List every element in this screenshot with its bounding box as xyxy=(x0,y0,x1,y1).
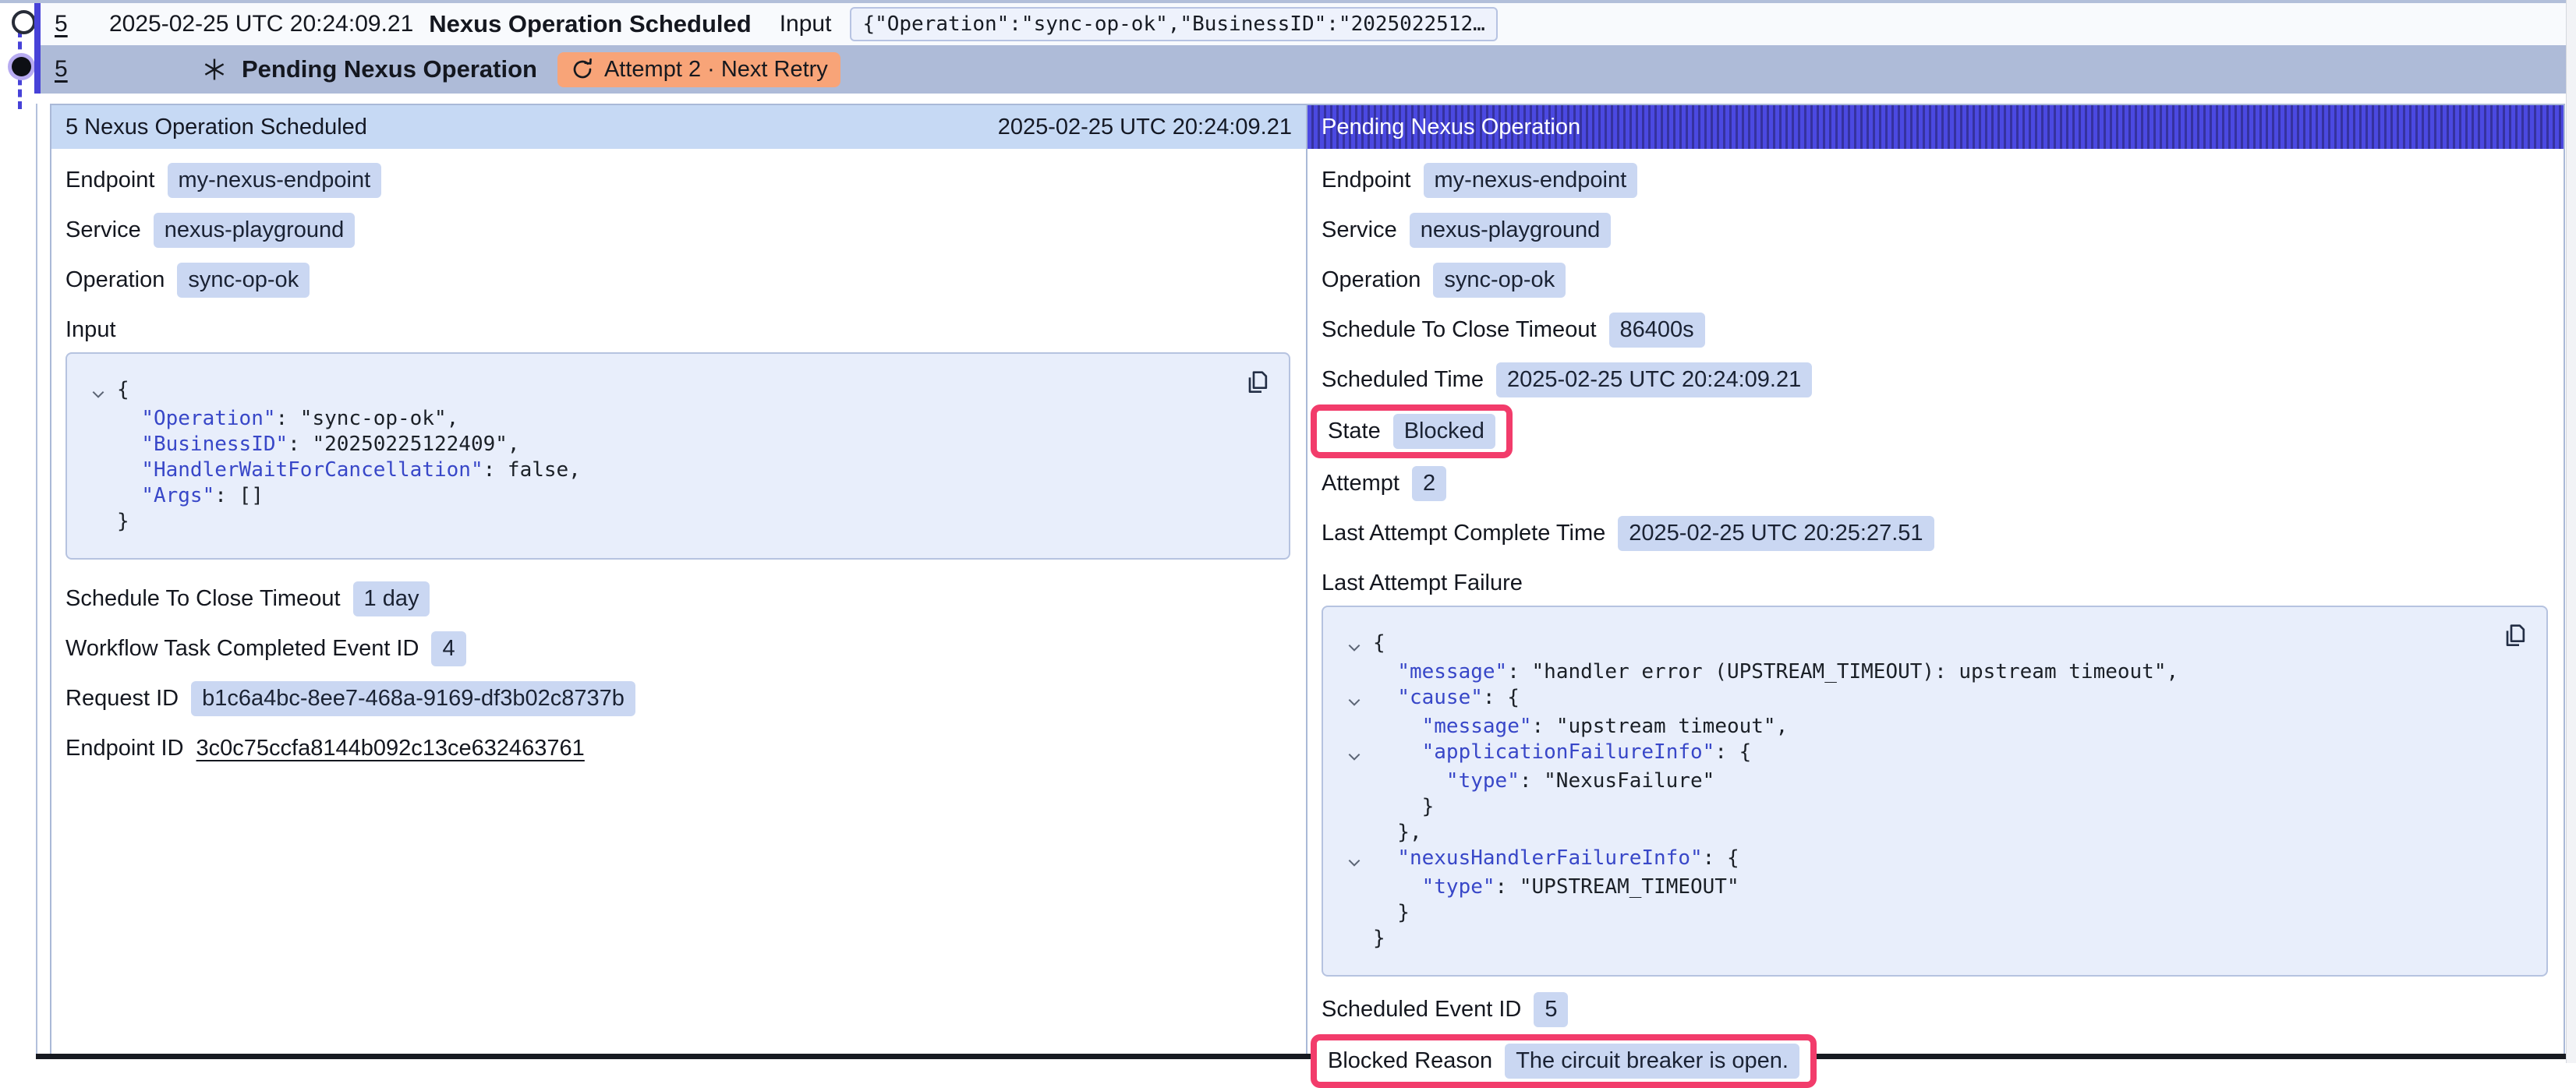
pending-panel-header: Pending Nexus Operation xyxy=(1307,105,2564,149)
scrollbar[interactable] xyxy=(2566,0,2576,1063)
retry-icon xyxy=(570,57,595,82)
failure-json-viewer: { "message": "handler error (UPSTREAM_TI… xyxy=(1322,606,2548,977)
field-label: Blocked Reason xyxy=(1328,1048,1492,1074)
scheduled-panel-timestamp: 2025-02-25 UTC 20:24:09.21 xyxy=(998,115,1292,140)
complete-time-badge: 2025-02-25 UTC 20:25:27.51 xyxy=(1618,516,1934,551)
field-label: Last Attempt Complete Time xyxy=(1322,521,1605,546)
asterisk-icon xyxy=(201,56,228,83)
field-state: State Blocked xyxy=(1322,404,2548,458)
section-bottom-divider xyxy=(36,1054,2567,1059)
state-badge: Blocked xyxy=(1393,414,1495,449)
field-request-id: Request ID b1c6a4bc-8ee7-468a-9169-df3b0… xyxy=(65,673,1290,723)
pending-event-title: Pending Nexus Operation xyxy=(242,55,537,83)
panel-nexus-operation-scheduled: 5 Nexus Operation Scheduled 2025-02-25 U… xyxy=(50,104,1307,1054)
input-section-label: Input xyxy=(65,317,1290,343)
field-label: Attempt xyxy=(1322,471,1399,496)
field-label: Service xyxy=(1322,217,1397,243)
event-row-pending-nexus-operation[interactable]: 5 Pending Nexus Operation Attempt 2 · Ne… xyxy=(41,45,2567,94)
field-label: Endpoint xyxy=(65,168,155,193)
endpoint-badge: my-nexus-endpoint xyxy=(168,163,382,198)
field-label: Endpoint xyxy=(1322,168,1411,193)
field-blocked-reason: Blocked Reason The circuit breaker is op… xyxy=(1322,1034,2548,1088)
field-label: State xyxy=(1328,419,1381,444)
field-service: Service nexus-playground xyxy=(65,205,1290,255)
field-label: Service xyxy=(65,217,141,243)
event-marker-filled-icon xyxy=(12,57,31,76)
field-service: Service nexus-playground xyxy=(1322,205,2548,255)
failure-section-label: Last Attempt Failure xyxy=(1322,570,2548,596)
failure-json-code: { "message": "handler error (UPSTREAM_TI… xyxy=(1336,631,2523,952)
field-schedule-to-close-timeout: Schedule To Close Timeout 86400s xyxy=(1322,305,2548,355)
endpoint-badge: my-nexus-endpoint xyxy=(1424,163,1638,198)
field-label: Endpoint ID xyxy=(65,736,184,761)
endpoint-id-link[interactable]: 3c0c75ccfa8144b092c13ce632463761 xyxy=(196,736,585,761)
field-label: Scheduled Event ID xyxy=(1322,997,1521,1023)
operation-badge: sync-op-ok xyxy=(177,263,310,298)
field-operation: Operation sync-op-ok xyxy=(1322,255,2548,305)
timeout-badge: 86400s xyxy=(1609,313,1705,348)
input-json-code: { "Operation": "sync-op-ok", "BusinessID… xyxy=(80,377,1265,535)
scheduled-event-id-badge: 5 xyxy=(1534,992,1568,1027)
scheduled-panel-title: 5 Nexus Operation Scheduled xyxy=(65,115,367,140)
copy-button[interactable] xyxy=(2498,620,2532,654)
event-id-link[interactable]: 5 xyxy=(55,11,83,37)
scheduled-time-badge: 2025-02-25 UTC 20:24:09.21 xyxy=(1496,362,1812,397)
operation-badge: sync-op-ok xyxy=(1433,263,1566,298)
event-row-nexus-operation-scheduled[interactable]: 5 2025-02-25 UTC 20:24:09.21 Nexus Opera… xyxy=(41,3,2567,45)
copy-button[interactable] xyxy=(1240,366,1275,401)
event-timestamp: 2025-02-25 UTC 20:24:09.21 xyxy=(109,11,413,37)
input-json-viewer: { "Operation": "sync-op-ok", "BusinessID… xyxy=(65,352,1290,560)
field-label: Operation xyxy=(65,267,165,293)
field-label: Scheduled Time xyxy=(1322,367,1484,393)
state-annotation-box: State Blocked xyxy=(1311,404,1513,458)
scheduled-panel-header: 5 Nexus Operation Scheduled 2025-02-25 U… xyxy=(51,105,1306,149)
field-scheduled-time: Scheduled Time 2025-02-25 UTC 20:24:09.2… xyxy=(1322,355,2548,404)
blocked-reason-annotation-box: Blocked Reason The circuit breaker is op… xyxy=(1311,1034,1817,1088)
field-label: Request ID xyxy=(65,686,179,712)
pending-panel-title: Pending Nexus Operation xyxy=(1322,115,1580,140)
field-label: Operation xyxy=(1322,267,1421,293)
retry-badge-label: Attempt 2 · Next Retry xyxy=(604,57,828,83)
panel-pending-nexus-operation: Pending Nexus Operation Endpoint my-nexu… xyxy=(1307,104,2565,1054)
field-workflow-task-completed-event-id: Workflow Task Completed Event ID 4 xyxy=(65,623,1290,673)
event-title: Nexus Operation Scheduled xyxy=(429,10,751,38)
event-marker-open-icon xyxy=(12,10,36,34)
attempt-badge: 2 xyxy=(1412,466,1446,501)
field-attempt: Attempt 2 xyxy=(1322,458,2548,508)
selected-group-accent-bar xyxy=(34,3,41,94)
field-operation: Operation sync-op-ok xyxy=(65,255,1290,305)
input-preview-chip: {"Operation":"sync-op-ok","BusinessID":"… xyxy=(850,7,1497,41)
field-label: Workflow Task Completed Event ID xyxy=(65,636,419,662)
service-badge: nexus-playground xyxy=(1410,213,1612,248)
service-badge: nexus-playground xyxy=(154,213,356,248)
request-id-badge: b1c6a4bc-8ee7-468a-9169-df3b02c8737b xyxy=(191,681,635,716)
event-id-badge: 4 xyxy=(431,631,465,666)
field-scheduled-event-id: Scheduled Event ID 5 xyxy=(1322,984,2548,1034)
field-label: Schedule To Close Timeout xyxy=(1322,317,1597,343)
event-id-link[interactable]: 5 xyxy=(55,56,83,83)
retry-badge: Attempt 2 · Next Retry xyxy=(557,52,840,87)
field-endpoint: Endpoint my-nexus-endpoint xyxy=(65,155,1290,205)
field-endpoint: Endpoint my-nexus-endpoint xyxy=(1322,155,2548,205)
field-label: Schedule To Close Timeout xyxy=(65,586,341,612)
event-detail-area: 5 Nexus Operation Scheduled 2025-02-25 U… xyxy=(36,104,2568,1054)
field-schedule-to-close-timeout: Schedule To Close Timeout 1 day xyxy=(65,574,1290,623)
timeout-badge: 1 day xyxy=(353,581,430,616)
field-last-attempt-complete-time: Last Attempt Complete Time 2025-02-25 UT… xyxy=(1322,508,2548,558)
field-endpoint-id: Endpoint ID 3c0c75ccfa8144b092c13ce63246… xyxy=(65,723,1290,773)
blocked-reason-badge: The circuit breaker is open. xyxy=(1505,1044,1799,1079)
input-label: Input xyxy=(780,11,832,37)
